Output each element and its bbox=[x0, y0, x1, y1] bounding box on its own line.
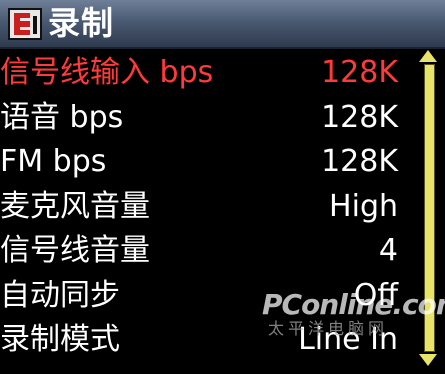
menu-item-label: 信号线音量 bbox=[0, 233, 150, 268]
menu-item-label: FM bps bbox=[0, 144, 107, 179]
menu-item-label: 麦克风音量 bbox=[0, 188, 150, 224]
menu-item-value: 4 bbox=[378, 233, 398, 268]
menu-item-line-in-volume[interactable]: 信号线音量 4 bbox=[0, 230, 412, 275]
scroll-down-arrow-icon[interactable] bbox=[419, 354, 437, 366]
menu-item-label: 语音 bps bbox=[0, 99, 124, 135]
menu-item-label: 信号线输入 bps bbox=[0, 55, 214, 90]
menu-item-value: 128K bbox=[321, 55, 398, 90]
menu-item-value: High bbox=[329, 188, 398, 224]
menu-item-label: 录制模式 bbox=[0, 322, 120, 357]
scroll-up-arrow-icon[interactable] bbox=[419, 50, 437, 62]
watermark-logo: PConline.com.cn bbox=[262, 288, 445, 321]
device-screen: 录制 信号线输入 bps 128K 语音 bps 128K FM bps 128… bbox=[0, 0, 445, 374]
menu-item-fm-bps[interactable]: FM bps 128K bbox=[0, 141, 412, 186]
menu-item-voice-bps[interactable]: 语音 bps 128K bbox=[0, 97, 412, 142]
menu-item-value: 128K bbox=[321, 99, 398, 135]
menu-item-line-in-bps[interactable]: 信号线输入 bps 128K bbox=[0, 52, 412, 97]
menu-item-value: 128K bbox=[321, 144, 398, 179]
menu-item-label: 自动同步 bbox=[0, 277, 120, 313]
record-app-icon bbox=[8, 8, 42, 40]
title-bar: 录制 bbox=[0, 0, 445, 49]
watermark: PConline.com.cn 太平洋电脑网 bbox=[262, 290, 445, 338]
watermark-subtitle: 太平洋电脑网 bbox=[268, 319, 389, 338]
screen-title: 录制 bbox=[48, 4, 115, 42]
menu-item-mic-volume[interactable]: 麦克风音量 High bbox=[0, 186, 412, 231]
